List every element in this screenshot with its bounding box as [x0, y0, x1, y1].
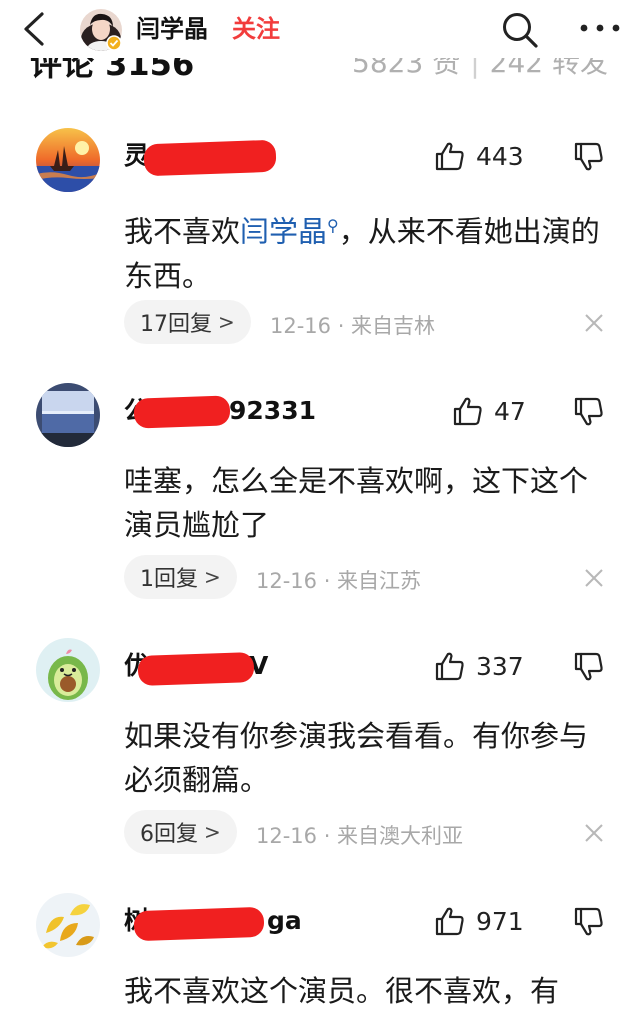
- redaction-mark: [143, 139, 277, 177]
- more-icon[interactable]: [578, 16, 622, 40]
- comment-item: 公92331 47 哇塞，怎么全是不喜欢啊，这下这个演员尴尬了 1回复> 12-…: [0, 383, 640, 613]
- seascape-icon: [36, 383, 100, 447]
- chevron-right-icon: >: [204, 820, 221, 844]
- thumbs-down-icon[interactable]: [572, 140, 606, 174]
- like-button[interactable]: 47: [452, 393, 526, 429]
- close-icon[interactable]: [583, 822, 605, 844]
- like-count: 47: [494, 396, 526, 426]
- mention-search-icon: ⚲: [327, 216, 339, 235]
- author-portrait-icon: [80, 9, 122, 51]
- back-arrow-icon[interactable]: [18, 10, 52, 48]
- ginkgo-leaves-icon: [36, 893, 100, 957]
- thumbs-up-icon: [435, 907, 464, 936]
- thumbs-up-icon: [435, 142, 464, 171]
- comment-item: 灵 443 我不喜欢闫学晶⚲，从来不看她出演的东西。 17回复 > 12-16 ·…: [0, 128, 640, 358]
- commenter-avatar[interactable]: [36, 383, 100, 447]
- comment-text: 我不喜欢闫学晶⚲，从来不看她出演的东西。: [124, 204, 614, 298]
- mention-link[interactable]: 闫学晶: [240, 215, 327, 249]
- comment-text: 如果没有你参演我会看看。有你参与必须翻篇。: [124, 719, 589, 797]
- replies-button[interactable]: 17回复 >: [124, 300, 251, 344]
- replies-button[interactable]: 1回复 >: [124, 555, 237, 599]
- commenter-avatar[interactable]: [36, 128, 100, 192]
- thumbs-down-icon[interactable]: [572, 905, 606, 939]
- avocado-icon: [36, 638, 100, 702]
- redaction-mark: [133, 395, 231, 429]
- comment-text-part: 我不喜欢: [124, 214, 241, 249]
- like-count: 443: [476, 141, 524, 171]
- commenter-avatar[interactable]: [36, 638, 100, 702]
- close-icon[interactable]: [583, 567, 605, 589]
- thumbs-down-icon[interactable]: [572, 395, 606, 429]
- sunset-painting-icon: [36, 128, 100, 192]
- top-bar: 闫学晶 关注: [0, 0, 640, 58]
- thumbs-up-icon: [435, 652, 464, 681]
- comment-item: 树ga 971 我不喜欢这个演员。很不喜欢，有: [0, 893, 640, 1028]
- like-button[interactable]: 337: [434, 648, 524, 684]
- replies-label: 1回复: [140, 567, 198, 592]
- comment-meta: 12-16 · 来自吉林: [270, 314, 436, 338]
- comment-meta: 12-16 · 来自江苏: [256, 569, 422, 593]
- comment-text: 哇塞，怎么全是不喜欢啊，这下这个演员尴尬了: [124, 464, 589, 542]
- close-icon[interactable]: [583, 312, 605, 334]
- search-icon[interactable]: [500, 10, 540, 50]
- like-count: 337: [476, 651, 524, 681]
- chevron-right-icon: >: [218, 310, 235, 334]
- like-count: 971: [476, 906, 524, 936]
- author-name[interactable]: 闫学晶: [136, 14, 208, 44]
- commenter-avatar[interactable]: [36, 893, 100, 957]
- chevron-right-icon: >: [204, 565, 221, 589]
- thumbs-up-icon: [453, 397, 482, 426]
- redaction-mark: [133, 906, 265, 942]
- replies-button[interactable]: 6回复 >: [124, 810, 237, 854]
- replies-label: 17回复: [140, 312, 212, 337]
- redaction-mark: [137, 651, 255, 687]
- replies-label: 6回复: [140, 822, 198, 847]
- thumbs-down-icon[interactable]: [572, 650, 606, 684]
- follow-button[interactable]: 关注: [232, 14, 280, 44]
- like-button[interactable]: 443: [434, 138, 524, 174]
- comment-item: 优V 337 如果没有你参演我会看看。有你参与必须翻篇。 6回复 > 12-16 …: [0, 638, 640, 868]
- comment-meta: 12-16 · 来自澳大利亚: [256, 824, 464, 848]
- commenter-name-end: 92331: [229, 396, 316, 425]
- like-button[interactable]: 971: [434, 903, 524, 939]
- author-avatar[interactable]: [80, 9, 122, 51]
- comment-text: 我不喜欢这个演员。很不喜欢，有: [124, 974, 560, 1008]
- commenter-name-end: ga: [267, 906, 302, 935]
